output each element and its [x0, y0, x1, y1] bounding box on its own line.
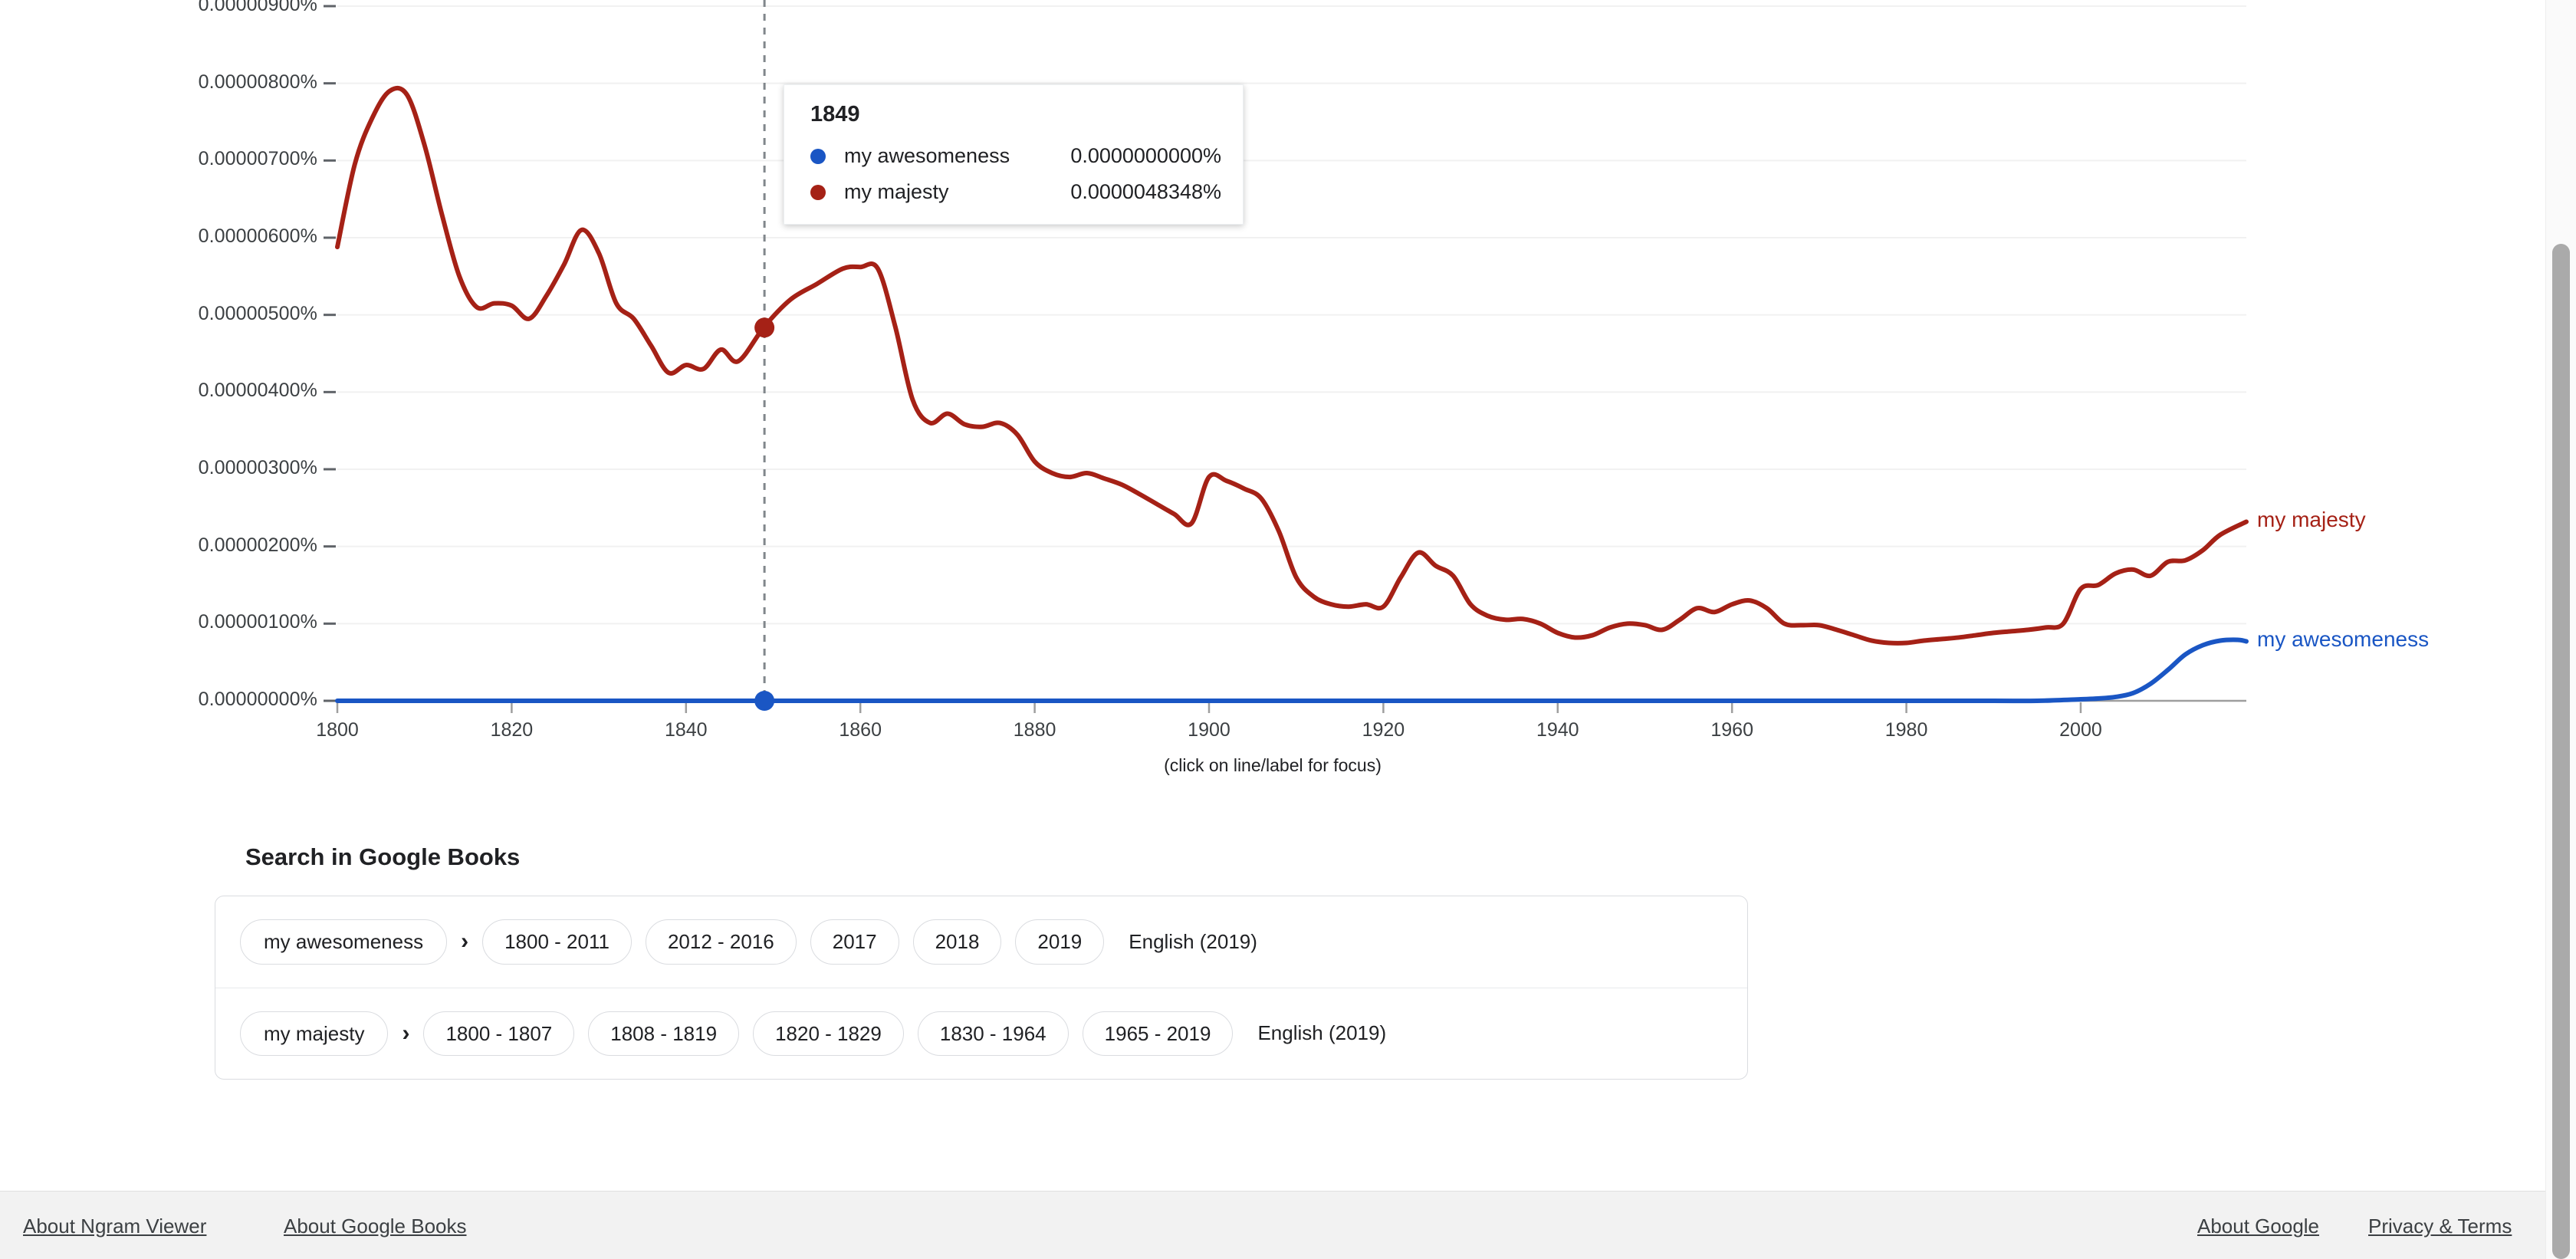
- chart-plot-area[interactable]: [0, 0, 2545, 767]
- y-axis-tick-label: 0.00000100%: [198, 611, 317, 633]
- y-axis-tick-label: 0.00000800%: [198, 71, 317, 93]
- tooltip-series-value: 0.0000048348%: [1070, 180, 1221, 203]
- tooltip-series-dot-icon: [810, 148, 826, 164]
- series-label-my-majesty[interactable]: my majesty: [2257, 508, 2366, 532]
- chevron-right-icon: ›: [461, 929, 469, 955]
- x-axis-tick-label: 1900: [1188, 719, 1230, 741]
- chart-svg[interactable]: [0, 0, 2545, 767]
- books-term-chip[interactable]: my awesomeness: [240, 919, 448, 965]
- books-year-range-chip[interactable]: 1800 - 2011: [482, 919, 632, 965]
- series-line-my-majesty[interactable]: [335, 85, 2249, 646]
- tooltip-row: my majesty 0.0000048348%: [806, 180, 1221, 204]
- tooltip-series-value: 0.0000000000%: [1070, 144, 1221, 167]
- books-chips-panel: my awesomeness › 1800 - 2011 2012 - 2016 201…: [215, 896, 1748, 1080]
- tooltip-series-name: my awesomeness: [844, 144, 1010, 167]
- books-year-range-chip[interactable]: 2012 - 2016: [645, 919, 797, 965]
- x-axis-tick-label: 2000: [2059, 719, 2102, 741]
- chart-tooltip: 1849 my awesomeness 0.0000000000% my maj…: [784, 84, 1244, 225]
- tooltip-series-dot-icon: [810, 184, 826, 200]
- hover-marker-my-majesty[interactable]: [754, 317, 775, 338]
- x-axis-tick-label: 1960: [1710, 719, 1753, 741]
- books-year-range-chip[interactable]: 1830 - 1964: [917, 1011, 1069, 1057]
- x-axis-tick-label: 1980: [1884, 719, 1928, 741]
- y-axis-tick-label: 0.00000400%: [198, 380, 317, 402]
- section-title: Search in Google Books: [245, 843, 521, 870]
- y-axis-tick-label: 0.00000900%: [198, 0, 317, 15]
- footer-link-about-ngram-viewer[interactable]: About Ngram Viewer: [23, 1215, 206, 1238]
- books-year-range-chip[interactable]: 2017: [810, 919, 899, 965]
- books-year-range-chip[interactable]: 1820 - 1829: [753, 1011, 904, 1057]
- books-year-range-chip[interactable]: 1808 - 1819: [588, 1011, 740, 1057]
- footer-link-about-google-books[interactable]: About Google Books: [284, 1215, 467, 1238]
- x-axis-tick-label: 1820: [490, 719, 534, 741]
- y-axis-tick-label: 0.00000700%: [198, 148, 317, 170]
- books-row: my awesomeness › 1800 - 2011 2012 - 2016 201…: [215, 896, 1747, 988]
- vertical-scrollbar[interactable]: [2545, 0, 2576, 1259]
- y-axis-tick-label: 0.00000300%: [198, 457, 317, 478]
- series-label-my-awesomeness[interactable]: my awesomeness: [2257, 627, 2429, 652]
- footer-link-privacy-terms[interactable]: Privacy & Terms: [2368, 1215, 2512, 1238]
- ngram-chart[interactable]: 0.00000000% 0.00000100% 0.00000200% 0.00000…: [0, 0, 2545, 813]
- x-axis-tick-label: 1920: [1362, 719, 1405, 741]
- books-term-chip[interactable]: my majesty: [240, 1011, 389, 1057]
- x-axis-tick-label: 1840: [664, 719, 708, 741]
- x-axis-tick-label: 1800: [316, 719, 359, 741]
- books-year-range-chip[interactable]: 2019: [1015, 919, 1105, 965]
- books-year-range-chip[interactable]: 1965 - 2019: [1082, 1011, 1234, 1057]
- scrollbar-thumb[interactable]: [2552, 244, 2570, 1259]
- chevron-right-icon: ›: [402, 1020, 410, 1046]
- tooltip-row: my awesomeness 0.0000000000%: [806, 144, 1221, 168]
- x-axis-tick-label: 1940: [1536, 719, 1579, 741]
- page-footer: About Ngram Viewer About Google Books Ab…: [0, 1191, 2545, 1259]
- y-axis-tick-label: 0.00000500%: [198, 302, 317, 324]
- books-row: my majesty › 1800 - 1807 1808 - 1819 1820 - …: [215, 987, 1747, 1080]
- x-axis-tick-label: 1880: [1013, 719, 1056, 741]
- books-year-range-chip[interactable]: 2018: [912, 919, 1002, 965]
- ngram-viewer-page: 0.00000000% 0.00000100% 0.00000200% 0.00000…: [0, 0, 2576, 1259]
- tooltip-series-name: my majesty: [844, 180, 949, 203]
- y-axis-tick-label: 0.00000200%: [198, 534, 317, 556]
- y-axis-tick-label: 0.00000600%: [198, 225, 317, 247]
- books-year-range-chip[interactable]: 1800 - 1807: [423, 1011, 575, 1057]
- tooltip-year-label: 1849: [810, 102, 860, 127]
- books-language-label: English (2019): [1129, 929, 1257, 953]
- hover-marker-my-awesomeness[interactable]: [754, 691, 775, 711]
- x-axis-tick-label: 1860: [839, 719, 882, 741]
- y-axis-tick-label: 0.00000000%: [198, 689, 317, 710]
- books-language-label: English (2019): [1257, 1021, 1387, 1045]
- chart-hint-text: (click on line/label for focus): [1164, 755, 1382, 775]
- series-line-my-awesomeness[interactable]: [335, 637, 2249, 704]
- footer-link-about-google[interactable]: About Google: [2197, 1215, 2319, 1238]
